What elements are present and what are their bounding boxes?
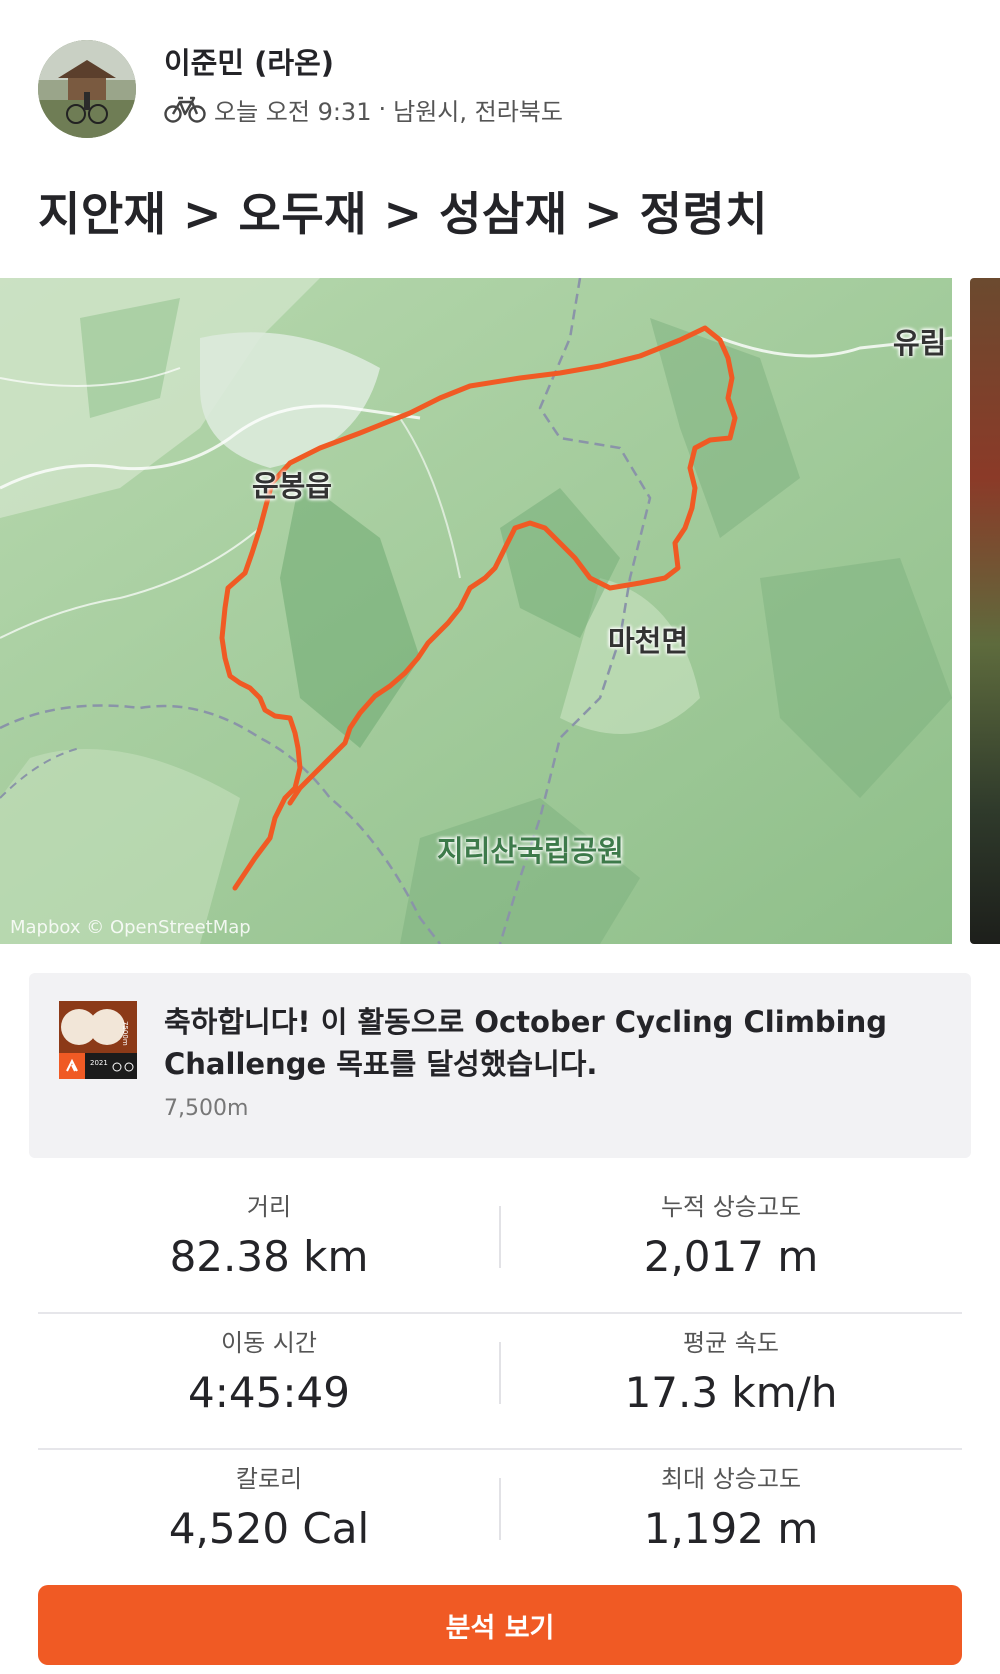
stats-row: 거리 82.38 km 누적 상승고도 2,017 m [38, 1178, 962, 1314]
stat-moving-time: 이동 시간 4:45:49 [38, 1326, 500, 1418]
stat-value: 2,017 m [643, 1232, 819, 1281]
activity-title[interactable]: 지안재 > 오두재 > 성삼재 > 정령치 [38, 178, 768, 244]
bicycle-icon [164, 96, 206, 123]
map-label-jirisan: 지리산국립공원 [437, 834, 624, 868]
stats-row: 이동 시간 4:45:49 평균 속도 17.3 km/h [38, 1314, 962, 1450]
map-label-macheon: 마천면 [608, 624, 689, 658]
activity-time: 오늘 오전 9:31 [214, 97, 372, 126]
view-analysis-button[interactable]: 분석 보기 [38, 1585, 962, 1665]
challenge-achievement-card[interactable]: 7500m 2021 축하합니다! 이 활동으로 October Cycling… [29, 973, 971, 1158]
activity-stats: 거리 82.38 km 누적 상승고도 2,017 m 이동 시간 4:45:4… [38, 1178, 962, 1586]
activity-photo-thumbnail[interactable] [970, 278, 1000, 944]
activity-location: 남원시, 전라북도 [393, 97, 563, 126]
stat-max-elevation: 최대 상승고도 1,192 m [500, 1462, 962, 1554]
route-map[interactable]: 운봉읍 마천면 지리산국립공원 유림 Mapbox © OpenStreetMa… [0, 278, 952, 944]
activity-meta: 오늘 오전 9:31 · 남원시, 전라북도 [164, 92, 563, 126]
meta-separator: · [378, 95, 387, 123]
stat-elevation-gain: 누적 상승고도 2,017 m [500, 1190, 962, 1282]
stat-value: 17.3 km/h [624, 1368, 838, 1417]
stat-avg-speed: 평균 속도 17.3 km/h [500, 1326, 962, 1418]
stat-value: 4,520 Cal [168, 1504, 370, 1553]
avatar[interactable] [38, 40, 136, 138]
challenge-badge-icon: 7500m 2021 [59, 1001, 137, 1079]
stat-label: 칼로리 [235, 1465, 303, 1493]
stat-label: 거리 [246, 1193, 292, 1221]
stats-row: 칼로리 4,520 Cal 최대 상승고도 1,192 m [38, 1450, 962, 1586]
stat-value: 1,192 m [643, 1504, 819, 1553]
badge-year: 2021 [90, 1059, 108, 1067]
stat-label: 누적 상승고도 [660, 1193, 802, 1221]
activity-header: 이준민 (라온) 오늘 오전 9:31 · 남원시, 전라북도 [0, 0, 1000, 160]
stat-calories: 칼로리 4,520 Cal [38, 1462, 500, 1554]
achievement-message: 축하합니다! 이 활동으로 October Cycling Climbing C… [164, 1005, 888, 1081]
map-attribution[interactable]: Mapbox © OpenStreetMap [10, 917, 251, 938]
stat-label: 최대 상승고도 [660, 1465, 802, 1493]
achievement-goal: 7,500m [164, 1096, 249, 1121]
stat-value: 82.38 km [169, 1232, 369, 1281]
stat-label: 평균 속도 [683, 1329, 779, 1357]
map-label-unbong: 운봉읍 [252, 469, 333, 503]
athlete-name[interactable]: 이준민 (라온) [164, 40, 334, 82]
map-label-yurim: 유림 [893, 326, 947, 360]
stat-label: 이동 시간 [221, 1329, 317, 1357]
stat-value: 4:45:49 [188, 1368, 350, 1417]
stat-distance: 거리 82.38 km [38, 1190, 500, 1282]
badge-text: 7500m [121, 1021, 129, 1046]
avatar-photo [38, 40, 136, 138]
